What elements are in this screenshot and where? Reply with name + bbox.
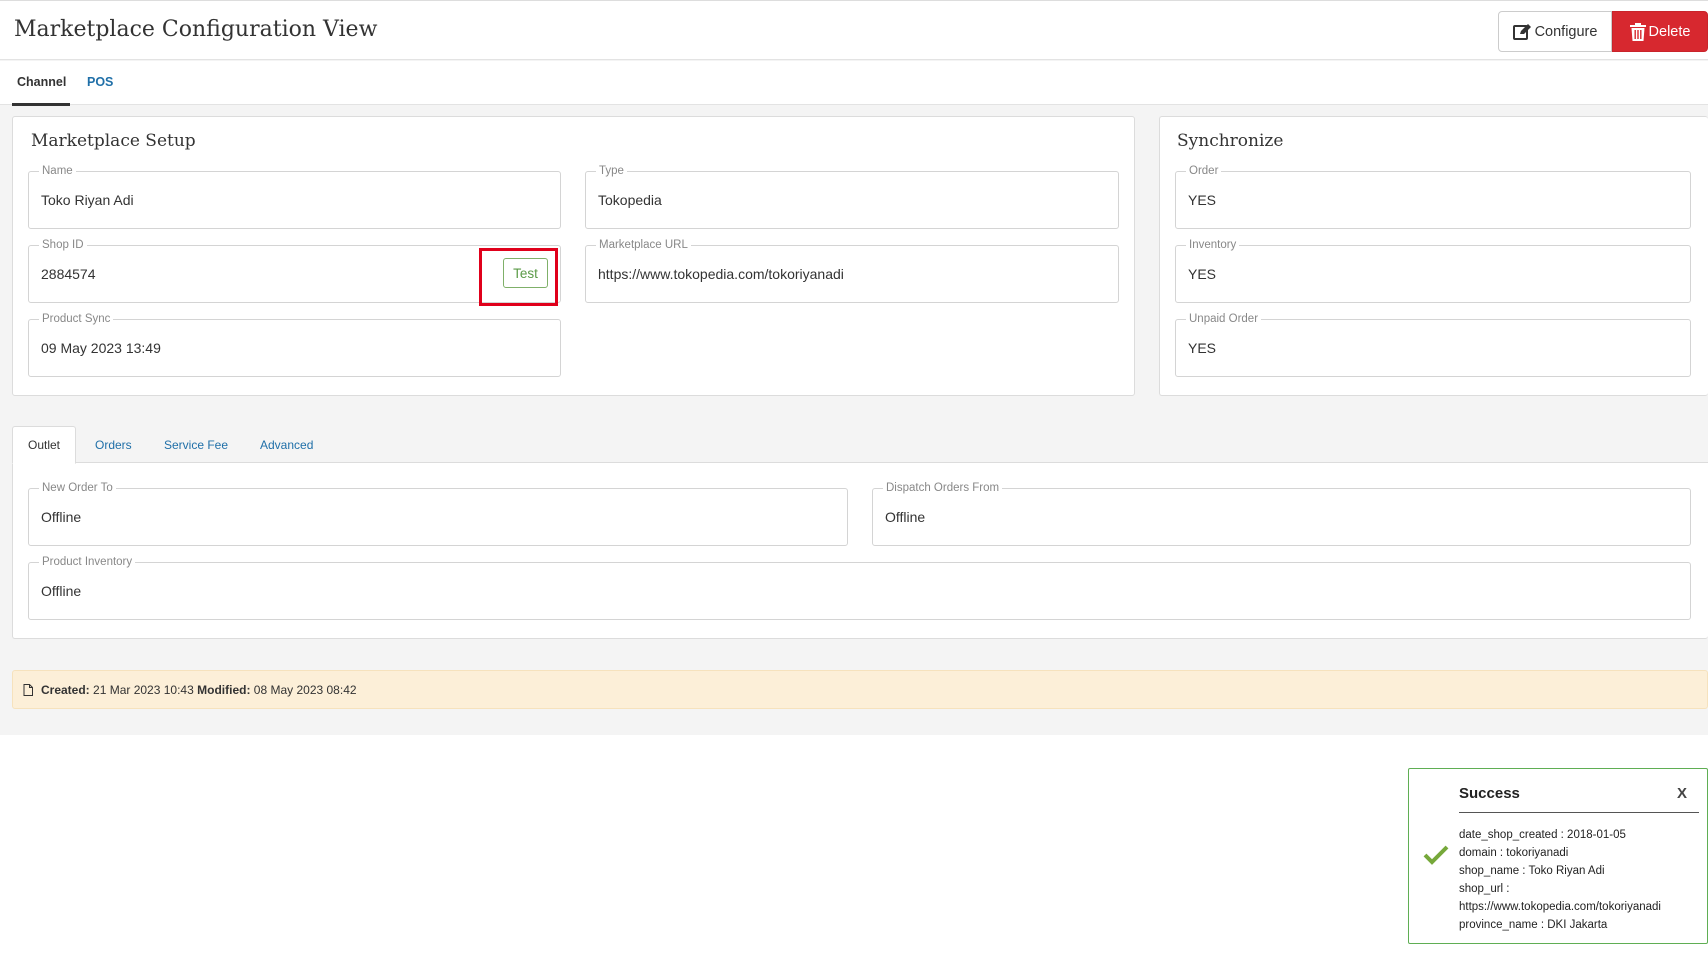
tab-channel[interactable]: Channel (17, 75, 66, 89)
created-label: Created: (41, 682, 90, 697)
sync-order-label: Order (1186, 165, 1222, 178)
subtab-orders[interactable]: Orders (95, 426, 132, 463)
created-value: 21 Mar 2023 10:43 (93, 682, 194, 697)
sync-order-field: Order YES (1175, 165, 1691, 229)
sync-inventory-value: YES (1188, 266, 1217, 282)
new-order-to-value: Offline (41, 509, 82, 525)
active-tab-indicator (12, 103, 70, 106)
new-order-to-field: New Order To Offline (28, 482, 848, 546)
toast-title: Success (1459, 785, 1520, 802)
product-inventory-field: Product Inventory Offline (28, 556, 1691, 620)
sync-order-value: YES (1188, 192, 1217, 208)
dispatch-orders-from-field: Dispatch Orders From Offline (872, 482, 1691, 546)
delete-button[interactable]: Delete (1612, 11, 1708, 52)
shop-id-label: Shop ID (39, 239, 87, 252)
configure-button[interactable]: Configure (1498, 11, 1612, 52)
configure-label: Configure (1534, 23, 1598, 40)
sync-unpaid-order-field: Unpaid Order YES (1175, 313, 1691, 377)
name-value: Toko Riyan Adi (41, 192, 134, 208)
toast-line: date_shop_created : 2018-01-05 (1459, 829, 1626, 841)
product-sync-label: Product Sync (39, 313, 114, 326)
toast-close-button[interactable]: X (1677, 785, 1687, 802)
product-sync-field: Product Sync 09 May 2023 13:49 (28, 313, 561, 377)
page-title: Marketplace Configuration View (14, 17, 378, 42)
subtab-advanced[interactable]: Advanced (260, 426, 313, 463)
sync-inventory-label: Inventory (1186, 239, 1240, 252)
toast-line: province_name : DKI Jakarta (1459, 919, 1608, 931)
sync-unpaid-order-label: Unpaid Order (1186, 313, 1262, 326)
product-inventory-value: Offline (41, 583, 82, 599)
record-info-bar: Created: 21 Mar 2023 10:43 Modified: 08 … (12, 670, 1708, 709)
modified-label: Modified: (197, 682, 251, 697)
header-actions: Configure Delete (1498, 11, 1708, 52)
checkmark-icon (1423, 845, 1449, 865)
type-value: Tokopedia (598, 192, 662, 208)
toast-message: date_shop_created : 2018-01-05 domain : … (1459, 826, 1661, 934)
synchronize-title: Synchronize (1177, 131, 1284, 151)
subtab-outlet[interactable]: Outlet (12, 426, 77, 464)
dispatch-orders-from-label: Dispatch Orders From (883, 482, 1003, 495)
marketplace-url-field: Marketplace URL https://www.tokopedia.co… (585, 239, 1119, 303)
sub-tabs: Outlet Orders Service Fee Advanced (12, 426, 1708, 464)
trash-icon (1629, 22, 1646, 41)
edit-icon (1512, 23, 1531, 40)
highlight-box (479, 248, 558, 306)
modified-value: 08 May 2023 08:42 (253, 682, 357, 697)
marketplace-url-label: Marketplace URL (596, 239, 691, 252)
main-tabs: Channel POS (0, 61, 1708, 106)
marketplace-setup-title: Marketplace Setup (31, 131, 196, 151)
toast-divider (1459, 812, 1699, 813)
success-toast: Success X date_shop_created : 2018-01-05… (1408, 768, 1708, 944)
sync-inventory-field: Inventory YES (1175, 239, 1691, 303)
marketplace-url-value: https://www.tokopedia.com/tokoriyanadi (598, 266, 844, 282)
toast-line: domain : tokoriyanadi (1459, 847, 1569, 859)
document-icon (23, 683, 33, 696)
toast-line: https://www.tokopedia.com/tokoriyanadi (1459, 901, 1661, 913)
shop-id-value: 2884574 (41, 266, 96, 282)
type-field: Type Tokopedia (585, 165, 1119, 229)
tab-pos[interactable]: POS (87, 75, 113, 89)
product-sync-value: 09 May 2023 13:49 (41, 340, 161, 356)
toast-line: shop_url : (1459, 883, 1510, 895)
sync-unpaid-order-value: YES (1188, 340, 1217, 356)
name-field: Name Toko Riyan Adi (28, 165, 561, 229)
subtab-service-fee[interactable]: Service Fee (164, 426, 228, 463)
product-inventory-label: Product Inventory (39, 556, 136, 569)
new-order-to-label: New Order To (39, 482, 116, 495)
name-label: Name (39, 165, 76, 178)
dispatch-orders-from-value: Offline (885, 509, 926, 525)
type-label: Type (596, 165, 627, 178)
delete-label: Delete (1648, 23, 1691, 40)
toast-line: shop_name : Toko Riyan Adi (1459, 865, 1605, 877)
page-header: Marketplace Configuration View Configure… (0, 0, 1708, 60)
